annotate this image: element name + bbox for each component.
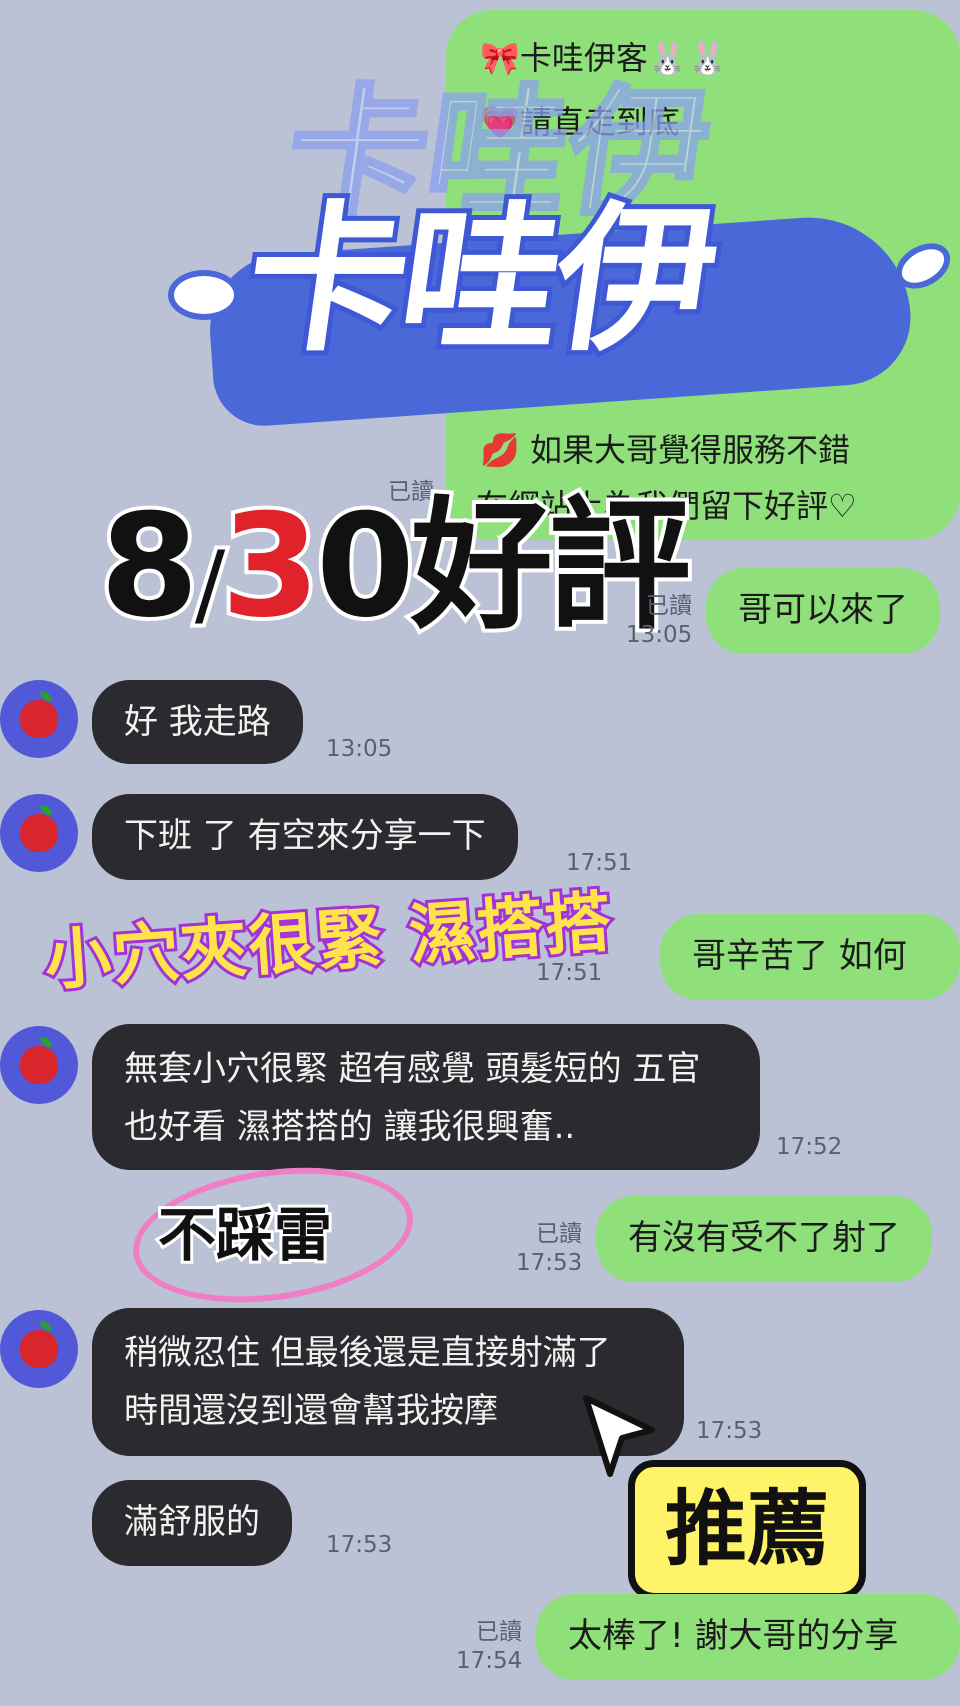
avatar[interactable] (0, 1310, 78, 1388)
timestamp-2: 13:05 (326, 736, 393, 762)
avatar[interactable] (0, 1026, 78, 1104)
message-bubble-out[interactable]: 有沒有受不了射了 (596, 1196, 932, 1282)
message-bubble-in[interactable]: 無套小穴很緊 超有感覺 頭髮短的 五官也好看 濕搭搭的 讓我很興奮.. (92, 1024, 760, 1170)
avatar[interactable] (0, 794, 78, 872)
message-bubble-out[interactable]: 哥可以來了 (706, 568, 940, 654)
timestamp-9: 17:54 (456, 1648, 523, 1674)
read-receipt-6: 已讀 (536, 1221, 582, 1247)
tight-overlay-text: 小穴夾很緊 濕搭搭 (39, 880, 618, 1003)
avatar[interactable] (0, 680, 78, 758)
timestamp-8: 17:53 (326, 1532, 393, 1558)
message-bubble-out[interactable]: 太棒了! 謝大哥的分享 (536, 1594, 960, 1680)
apple-icon (20, 700, 58, 738)
apple-icon (20, 1046, 58, 1084)
apple-icon (20, 1330, 58, 1368)
date-prefix: 8 (96, 480, 203, 653)
timestamp-5: 17:52 (776, 1134, 843, 1160)
read-receipt-9: 已讀 (476, 1619, 522, 1645)
message-bubble-out[interactable]: 哥辛苦了 如何 (660, 914, 960, 1000)
splash-left-icon (168, 270, 240, 320)
message-bubble-in[interactable]: 滿舒服的 (92, 1480, 292, 1566)
message-bubble-in[interactable]: 好 我走路 (92, 680, 303, 764)
date-red: 3 (217, 480, 324, 653)
read-receipt-1: 已讀 (646, 593, 692, 619)
timestamp-6: 17:53 (516, 1250, 583, 1276)
message-bubble-in[interactable]: 下班 了 有空來分享一下 (92, 794, 518, 880)
chat-screen: 🎀卡哇伊客🐰🐰 💗請直走到底 💋 如果大哥覺得服務不錯 在網站上為我們留下好評♡… (0, 0, 960, 1706)
apple-icon (20, 814, 58, 852)
date-slash: / (191, 528, 229, 641)
timestamp-1: 13:05 (626, 622, 693, 648)
no-bomb-overlay-text: 不踩雷 (155, 1198, 335, 1272)
timestamp-7: 17:53 (696, 1418, 763, 1444)
brand-title: 卡哇伊 (230, 181, 728, 378)
date-review-title: 8/30好評 (96, 450, 695, 656)
recommend-badge: 推薦 (628, 1460, 866, 1600)
